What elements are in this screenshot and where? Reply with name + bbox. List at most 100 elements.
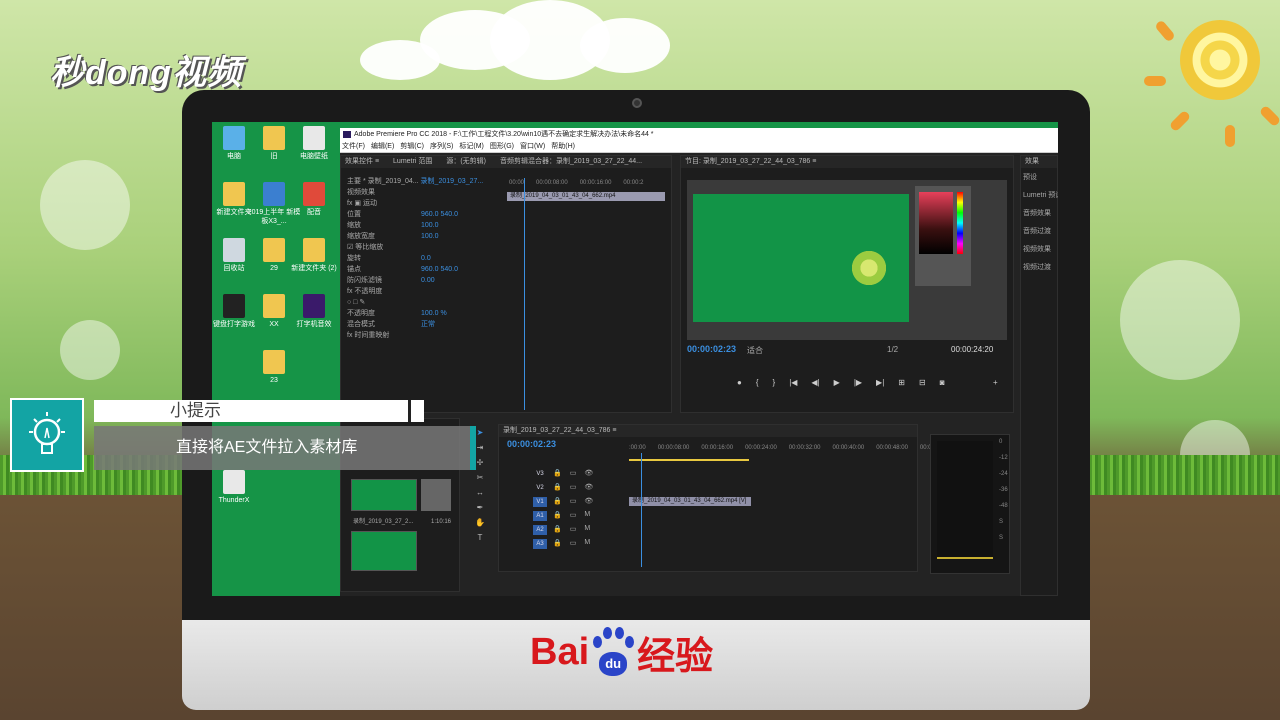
- selection-tool-icon[interactable]: ➤: [477, 428, 484, 437]
- ruler-tick[interactable]: 00:00:48:00: [876, 445, 908, 451]
- property-value[interactable]: 100.0: [421, 233, 439, 240]
- desktop-icon[interactable]: 新建文件夹 (2): [286, 238, 342, 273]
- effect-property-row[interactable]: fx ▣ 运动: [341, 198, 507, 209]
- eye-icon[interactable]: 👁: [584, 483, 593, 491]
- ruler-tick[interactable]: 00:00: [509, 180, 524, 186]
- panel-tab[interactable]: Lumetri 范围: [393, 156, 432, 168]
- timeline-tab[interactable]: 录制_2019_03_27_22_44_03_786 ≡: [499, 425, 917, 437]
- effects-folder[interactable]: Lumetri 预设: [1021, 190, 1058, 208]
- track-select-icon[interactable]: ⇥: [477, 443, 484, 452]
- project-item-name[interactable]: 录制_2019_03_27_2...: [347, 517, 413, 528]
- property-value[interactable]: 0.00: [421, 277, 435, 284]
- track-target-button[interactable]: V3: [533, 469, 547, 479]
- track-target-button[interactable]: A1: [533, 511, 547, 521]
- effect-property-row[interactable]: 混合模式 正常: [341, 319, 507, 330]
- sync-icon[interactable]: ▭: [570, 469, 577, 477]
- menu-item[interactable]: 编辑(E): [371, 141, 394, 152]
- effect-property-row[interactable]: ☑ 等比缩放: [341, 242, 507, 253]
- effect-playhead[interactable]: [524, 178, 525, 410]
- project-thumbnail[interactable]: [351, 479, 417, 511]
- menu-item[interactable]: 标记(M): [459, 141, 484, 152]
- lock-icon[interactable]: 🔒: [553, 469, 562, 477]
- marker-icon[interactable]: ●: [737, 378, 742, 387]
- program-tab[interactable]: 节目: 录制_2019_03_27_22_44_03_786 ≡: [681, 156, 1013, 168]
- ripple-edit-icon[interactable]: ✢: [477, 458, 484, 467]
- property-value[interactable]: 960.0 540.0: [421, 266, 458, 273]
- property-value[interactable]: 正常: [421, 321, 435, 328]
- mute-icon[interactable]: M: [584, 511, 590, 519]
- menu-item[interactable]: 文件(F): [342, 141, 365, 152]
- menu-item[interactable]: 序列(S): [430, 141, 453, 152]
- ruler-tick[interactable]: 00:00:08:00: [658, 445, 690, 451]
- step-forward-icon[interactable]: |▶: [854, 378, 862, 387]
- project-thumbnail-2[interactable]: [421, 479, 451, 511]
- desktop-icon[interactable]: 配音: [286, 182, 342, 217]
- effect-clip-bar[interactable]: 录制_2019_04_03_01_43_04_662.mp4: [507, 192, 665, 201]
- menu-item[interactable]: 窗口(W): [520, 141, 545, 152]
- mark-out-icon[interactable]: }: [773, 378, 776, 387]
- mute-icon[interactable]: M: [584, 539, 590, 547]
- mark-in-icon[interactable]: {: [756, 378, 759, 387]
- effect-property-row[interactable]: fx 时间重映射: [341, 330, 507, 341]
- panel-tab[interactable]: 效果控件 ≡: [345, 156, 379, 168]
- lock-icon[interactable]: 🔒: [553, 497, 562, 505]
- track-target-button[interactable]: V2: [533, 483, 547, 493]
- menu-item[interactable]: 图形(G): [490, 141, 514, 152]
- lock-icon[interactable]: 🔒: [553, 483, 562, 491]
- type-tool-icon[interactable]: T: [478, 533, 483, 542]
- program-timecode[interactable]: 00:00:02:23: [687, 344, 736, 354]
- effect-property-row[interactable]: fx 不透明度: [341, 286, 507, 297]
- effects-tab[interactable]: 效果: [1021, 156, 1057, 168]
- effect-property-row[interactable]: 视频效果: [341, 187, 507, 198]
- menu-item[interactable]: 帮助(H): [551, 141, 575, 152]
- effect-property-row[interactable]: 缩放宽度 100.0: [341, 231, 507, 242]
- panel-tab[interactable]: 源：(无剪辑): [446, 156, 486, 168]
- effect-property-row[interactable]: 旋转 0.0: [341, 253, 507, 264]
- property-value[interactable]: 0.0: [421, 255, 431, 262]
- hand-tool-icon[interactable]: ✋: [475, 518, 485, 527]
- slip-tool-icon[interactable]: ↔: [476, 488, 484, 497]
- effects-folder[interactable]: 音频过渡: [1021, 226, 1057, 244]
- effect-property-row[interactable]: 缩放 100.0: [341, 220, 507, 231]
- desktop-icon[interactable]: 打字机音效: [286, 294, 342, 329]
- effects-folder[interactable]: 视频效果: [1021, 244, 1057, 262]
- timeline-timecode[interactable]: 00:00:02:23: [507, 439, 556, 449]
- lock-icon[interactable]: 🔒: [553, 525, 562, 533]
- property-value[interactable]: 100.0 %: [421, 310, 447, 317]
- desktop-icon[interactable]: ThunderX: [212, 470, 262, 505]
- sync-icon[interactable]: ▭: [570, 497, 577, 505]
- sync-icon[interactable]: ▭: [570, 483, 577, 491]
- go-to-in-icon[interactable]: |◀: [789, 378, 797, 387]
- effects-folder[interactable]: 预设: [1021, 172, 1057, 190]
- effects-folder[interactable]: 视频过渡: [1021, 262, 1057, 280]
- ruler-tick[interactable]: :00:00: [629, 445, 646, 451]
- eye-icon[interactable]: 👁: [584, 497, 593, 505]
- track-target-button[interactable]: A3: [533, 539, 547, 549]
- razor-tool-icon[interactable]: ✂: [477, 473, 484, 482]
- desktop-icon[interactable]: 电脑壁纸: [286, 126, 342, 161]
- effect-property-row[interactable]: ○ □ ✎: [341, 297, 507, 308]
- effect-property-row[interactable]: 锚点 960.0 540.0: [341, 264, 507, 275]
- play-icon[interactable]: ▶: [834, 378, 840, 387]
- track-target-button[interactable]: V1: [533, 497, 547, 507]
- ruler-tick[interactable]: 00:00:16:00: [580, 180, 612, 186]
- track-target-button[interactable]: A2: [533, 525, 547, 535]
- lock-icon[interactable]: 🔒: [553, 539, 562, 547]
- menu-item[interactable]: 剪辑(C): [400, 141, 424, 152]
- sync-icon[interactable]: ▭: [570, 525, 577, 533]
- ruler-tick[interactable]: 00:00:40:00: [833, 445, 865, 451]
- pen-tool-icon[interactable]: ✒: [477, 503, 484, 512]
- fit-dropdown[interactable]: 适合: [747, 345, 763, 356]
- property-value[interactable]: 100.0: [421, 222, 439, 229]
- step-back-icon[interactable]: ◀|: [811, 378, 819, 387]
- export-frame-icon[interactable]: ◙: [940, 378, 945, 387]
- sync-icon[interactable]: ▭: [570, 511, 577, 519]
- property-value[interactable]: 960.0 540.0: [421, 211, 458, 218]
- panel-tab[interactable]: 音频剪辑混合器：录制_2019_03_27_22_44...: [500, 156, 642, 168]
- add-button-icon[interactable]: +: [993, 378, 998, 387]
- ruler-tick[interactable]: 00:00:16:00: [701, 445, 733, 451]
- ruler-tick[interactable]: 00:00:32:00: [789, 445, 821, 451]
- eye-icon[interactable]: 👁: [584, 469, 593, 477]
- work-area-bar[interactable]: [629, 459, 749, 461]
- project-thumbnail-3[interactable]: [351, 531, 417, 571]
